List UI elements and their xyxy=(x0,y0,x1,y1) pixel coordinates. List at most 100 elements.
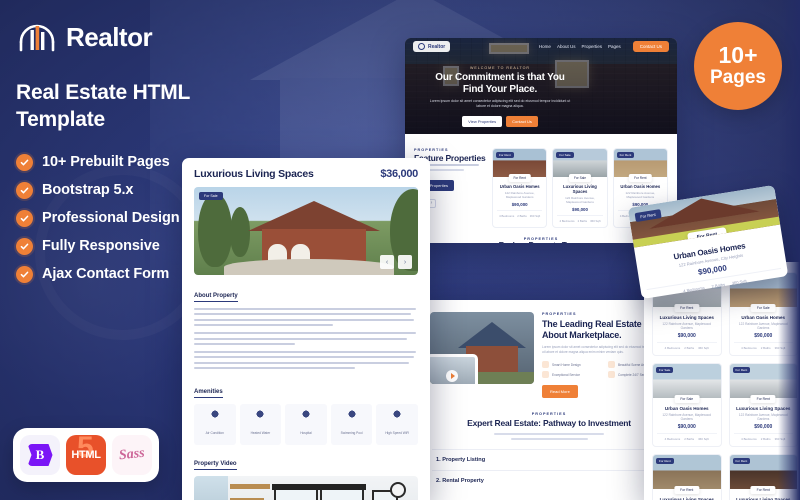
browser-hero: Realtor Home About Us Properties Pages C… xyxy=(405,38,677,134)
feature-check-icon xyxy=(542,361,549,369)
leading-feature-item: Smart Home Design xyxy=(542,361,600,369)
card-beds: 4 Bedrooms xyxy=(741,346,757,350)
property-video-thumbnail[interactable] xyxy=(194,475,418,500)
card-address: 122 Rainbore Avenue, Maplewood Gardens xyxy=(662,322,712,330)
card-meta: 4 Bedrooms 2 Baths 360 Sqft xyxy=(557,215,603,223)
gallery-prev-icon[interactable]: ‹ xyxy=(380,255,394,269)
hero-contact-button[interactable]: Contact Us xyxy=(506,115,538,127)
check-circle-icon xyxy=(16,181,33,199)
leading-main-photo xyxy=(430,312,534,384)
realtor-circle-icon xyxy=(418,43,425,50)
card-name: Urban Oasis Homes xyxy=(499,184,540,189)
feature-item-ajax-contact-form: Ajax Contact Form xyxy=(16,265,210,283)
card-badge: For Rent xyxy=(656,458,674,464)
nav-link-properties[interactable]: Properties xyxy=(581,44,602,49)
card-badge: For Sale xyxy=(656,367,674,373)
feature-label: Fully Responsive xyxy=(42,238,160,255)
amenity-item: Hospital xyxy=(285,403,327,445)
accordion-item[interactable]: 1. Property Listing → xyxy=(432,449,666,470)
hero-title: Our Commitment is that You Find Your Pla… xyxy=(435,72,565,95)
detail-price: $36,000 xyxy=(380,168,418,180)
card-tag: For Sale xyxy=(674,395,700,403)
gallery-next-icon[interactable]: › xyxy=(398,255,412,269)
card-tag: For Sale xyxy=(750,304,776,312)
property-card[interactable]: For Sale For Sale Urban Oasis Homes 122 … xyxy=(652,363,722,447)
browser-navbar: Realtor Home About Us Properties Pages C… xyxy=(405,38,677,55)
pages-count: 10+ xyxy=(718,41,758,68)
card-address: 122 Rainbore Avenue, Maplewood Gardens xyxy=(662,413,712,421)
amenity-label: Hospital xyxy=(300,430,312,435)
amenity-item: Heated Water xyxy=(239,403,282,445)
card-baths: 2 Baths xyxy=(760,346,771,350)
leading-marketplace-section: PROPERTIES The Leading Real Estate About… xyxy=(418,300,680,399)
play-icon[interactable] xyxy=(446,370,458,382)
expert-section: PROPERTIES Expert Real Estate: Pathway t… xyxy=(418,398,680,441)
property-card[interactable]: For Sale For Sale Luxurious Living Space… xyxy=(552,148,608,228)
amenity-label: Heated Water xyxy=(250,430,271,435)
check-circle-icon xyxy=(16,153,33,171)
property-card[interactable]: For Rent For Rent Luxurious Living Space… xyxy=(652,454,722,500)
feature-label: Bootstrap 5.x xyxy=(42,182,134,199)
card-tag: For Rent xyxy=(508,174,531,182)
card-beds: 4 Bedrooms xyxy=(559,219,575,223)
nav-link-home[interactable]: Home xyxy=(539,44,551,49)
nav-link-about[interactable]: About Us xyxy=(557,44,576,49)
property-card[interactable]: For Rent For Rent Urban Oasis Homes 122 … xyxy=(492,148,548,228)
tech-badge-group: B 5 HTML Sass xyxy=(13,428,159,482)
hero-text-block: WELCOME TO REALTOR Our Commitment is tha… xyxy=(425,66,575,127)
card-price: $90,000 xyxy=(511,202,528,207)
hero-subtitle: Lorem ipsum dolor sit amet consectetur a… xyxy=(429,99,571,109)
detail-title: Luxurious Living Spaces xyxy=(194,168,314,180)
navbar-contact-button[interactable]: Contact Us xyxy=(632,41,669,52)
navbar-links: Home About Us Properties Pages xyxy=(539,44,621,49)
brand-logo: Realtor xyxy=(0,0,210,58)
feature-label: Professional Design xyxy=(42,210,180,227)
card-name: Urban Oasis Homes xyxy=(664,406,709,411)
leading-video-thumb[interactable] xyxy=(430,354,478,384)
nav-link-pages[interactable]: Pages xyxy=(608,44,621,49)
check-circle-icon xyxy=(16,265,33,283)
check-circle-icon xyxy=(16,209,33,227)
amenities-list: Air Condition Heated Water Hospital Swim… xyxy=(194,403,418,445)
brand-name: Realtor xyxy=(66,21,153,52)
card-tag: For Sale xyxy=(568,174,592,182)
expert-accordion: 1. Property Listing → 2. Rental Property… xyxy=(432,449,666,491)
card-badge: For Rent xyxy=(634,209,662,223)
leading-read-more-button[interactable]: Read More xyxy=(542,385,578,399)
about-property-section: About Property xyxy=(182,275,430,370)
feature-label: Ajax Contact Form xyxy=(42,266,170,283)
hero-eyebrow: WELCOME TO REALTOR xyxy=(469,66,531,70)
hero-buttons: View Properties Contact Us xyxy=(425,115,575,127)
navbar-logo[interactable]: Realtor xyxy=(413,41,451,52)
card-price: $90,000 xyxy=(677,424,696,430)
card-price: $90,000 xyxy=(572,207,588,212)
check-circle-icon xyxy=(16,237,33,255)
accordion-item[interactable]: 2. Rental Property → xyxy=(432,470,666,491)
card-meta: 4 Bedrooms 2 Baths 360 Sqft xyxy=(657,433,717,441)
card-tag: For Rent xyxy=(629,174,652,182)
hospital-icon xyxy=(301,409,310,418)
amenity-item: High Speed WiFi xyxy=(376,403,418,445)
card-name: Luxurious Living Spaces xyxy=(563,184,597,194)
tablet-property-grid: For Rent For Rent Luxurious Living Space… xyxy=(644,262,800,500)
property-detail-mockup: Luxurious Living Spaces $36,000 For Sale… xyxy=(182,158,430,500)
feature-list: 10+ Prebuilt Pages Bootstrap 5.x Profess… xyxy=(16,153,210,283)
card-price: $90,000 xyxy=(677,333,696,339)
card-baths: 2 Baths xyxy=(760,437,771,441)
card-meta: 4 Bedrooms 2 Baths 360 Sqft xyxy=(657,342,717,350)
card-area: 360 Sqft xyxy=(590,219,601,223)
card-badge: For Rent xyxy=(616,152,635,158)
feature-item-fully-responsive: Fully Responsive xyxy=(16,237,210,255)
featured-eyebrow: PROPERTIES xyxy=(414,148,449,152)
hero-view-properties-button[interactable]: View Properties xyxy=(462,115,503,127)
card-name: Luxurious Living Spaces xyxy=(659,315,714,320)
pool-icon xyxy=(347,409,356,418)
lower-page-mockup: PROPERTIES The Leading Real Estate About… xyxy=(418,300,680,500)
card-baths: 2 Baths xyxy=(684,437,695,441)
feature-item-prebuilt-pages: 10+ Prebuilt Pages xyxy=(16,153,210,171)
wifi-icon xyxy=(393,409,402,418)
card-beds: 4 Bedrooms xyxy=(664,437,681,441)
card-area: 360 Sqft xyxy=(698,346,709,350)
card-badge: For Rent xyxy=(732,458,751,464)
html5-icon: 5 HTML xyxy=(66,435,106,475)
